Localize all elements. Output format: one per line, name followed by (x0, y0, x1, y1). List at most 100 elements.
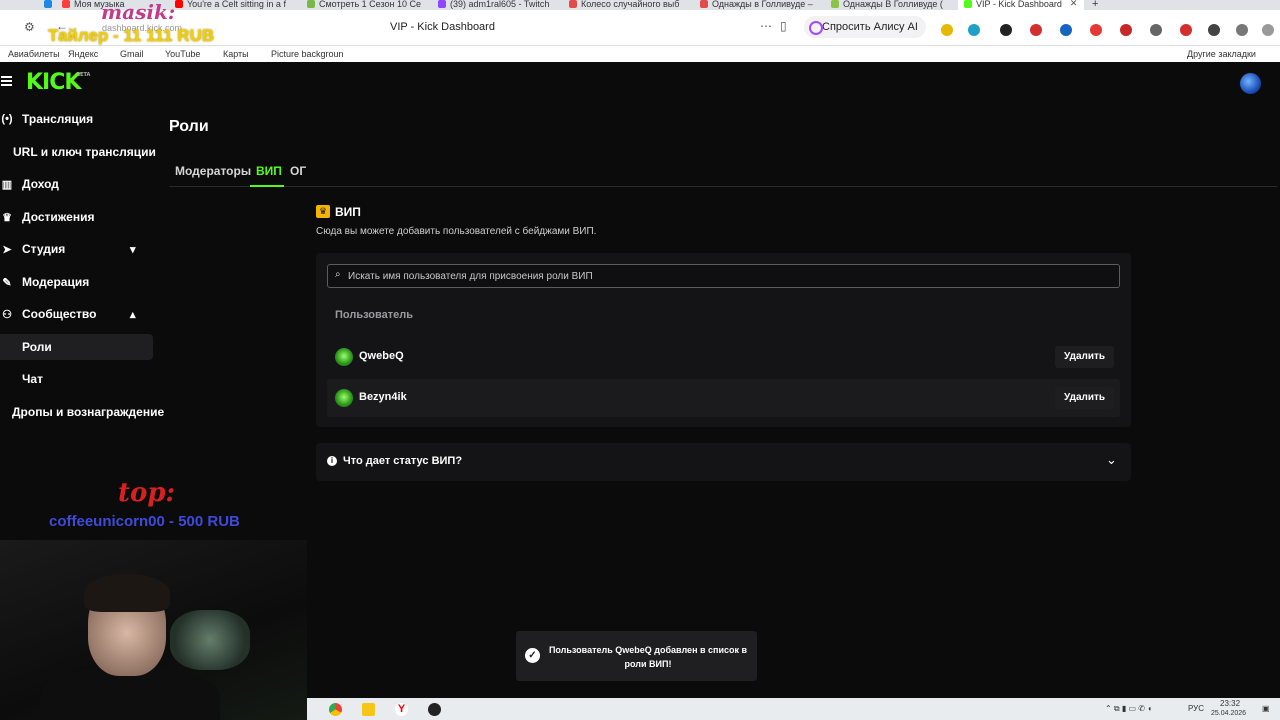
faq-accordion[interactable]: i Что дает статус ВИП? ⌄ (316, 443, 1131, 481)
browser-tab[interactable]: You're a Celt sitting in a f (175, 0, 293, 10)
sidebar-item-roles[interactable]: Роли (0, 334, 153, 360)
alice-button[interactable]: Спросить Алису AI (804, 16, 926, 38)
sidebar-item-drops[interactable]: Дропы и вознаграждение (12, 399, 164, 425)
settings-icon[interactable]: ⚙ (24, 20, 35, 34)
sidebar-item-moderation[interactable]: ✎ Модерация (0, 269, 89, 295)
browser-tab[interactable]: Однажды В Голливуде ( (831, 0, 949, 10)
sidebar-item-achievements[interactable]: ♛ Достижения (0, 204, 94, 230)
bookmark-item[interactable]: Карты (223, 49, 249, 59)
username[interactable]: Bezyn4ik (359, 391, 407, 403)
avatar (335, 348, 353, 366)
sidebar-item-income[interactable]: ▥ Доход (0, 171, 59, 197)
column-header-user: Пользователь (335, 309, 414, 321)
tab-moderators[interactable]: Модераторы (175, 164, 251, 178)
check-icon: ✓ (525, 648, 540, 663)
clock-time[interactable]: 23:32 (1220, 699, 1240, 708)
cam-hair (84, 574, 170, 612)
user-avatar[interactable] (1240, 73, 1261, 94)
sidebar-item-stream-key[interactable]: URL и ключ трансляции (13, 139, 156, 165)
taskbar: Y ⌃ ⧉ ▮ ▭ ✆ ◖ РУС 23:32 25.04.2026 ▣ (307, 698, 1280, 720)
remove-button[interactable]: Удалить (1055, 346, 1115, 368)
notification-icon[interactable]: ▣ (1262, 704, 1270, 713)
extension-icon[interactable] (1060, 24, 1072, 36)
sidebar-item-broadcast[interactable]: (•) Трансляция (0, 106, 93, 132)
overlay-donation: Тайлер - 11 111 RUB (48, 26, 215, 45)
kick-logo[interactable]: KICK BETA (26, 70, 90, 95)
extension-icon[interactable] (1000, 24, 1012, 36)
bookmark-item[interactable]: Яндекс (68, 49, 98, 59)
extension-icon[interactable] (1236, 24, 1248, 36)
toast-notification: ✓ Пользователь QwebeQ добавлен в список … (516, 631, 757, 681)
browser-tab[interactable]: Однажды в Голливуде – (700, 0, 818, 10)
browser-tab[interactable]: Колесо случайного выб (569, 0, 687, 10)
section-description: Сюда вы можете добавить пользователей с … (316, 226, 597, 237)
overlay-top-donor: coffeeunicorn00 - 500 RUB (49, 513, 240, 530)
remove-button[interactable]: Удалить (1055, 387, 1115, 409)
other-bookmarks[interactable]: Другие закладки (1187, 49, 1256, 59)
extension-icon[interactable] (1208, 24, 1220, 36)
tab-vip[interactable]: ВИП (256, 164, 282, 178)
kick-favicon-icon (964, 0, 972, 8)
extension-icon[interactable] (941, 24, 953, 36)
extension-icon[interactable] (968, 24, 980, 36)
avatar (335, 389, 353, 407)
tab-favicon-icon (831, 0, 839, 8)
studio-icon: ➤ (2, 243, 12, 256)
sidebar-item-studio[interactable]: ➤ Студия ▾ (0, 236, 153, 262)
new-tab-icon[interactable]: + (1092, 0, 1098, 10)
search-field[interactable] (327, 264, 1120, 288)
extension-icon[interactable] (1090, 24, 1102, 36)
active-tab-indicator (250, 185, 284, 187)
browser-tab[interactable] (44, 0, 52, 10)
extension-icon[interactable] (1150, 24, 1162, 36)
overlay-top-label: top: (118, 478, 176, 508)
bookmark-icon[interactable]: ▯ (780, 19, 787, 33)
bookmarks-bar: Авиабилеты Яндекс Gmail YouTube Карты Pi… (0, 46, 1280, 62)
wrench-icon: ✎ (2, 276, 12, 289)
clock-date[interactable]: 25.04.2026 (1211, 710, 1246, 717)
folder-icon[interactable] (362, 703, 375, 716)
sidebar-item-chat[interactable]: Чат (22, 366, 43, 392)
webcam-overlay (0, 540, 307, 720)
toast-message: Пользователь QwebeQ добавлен в список в … (548, 645, 748, 669)
chrome-icon[interactable] (329, 703, 342, 716)
bookmark-item[interactable]: Gmail (120, 49, 144, 59)
extension-icon[interactable] (1180, 24, 1192, 36)
twitch-icon (438, 0, 446, 8)
browser-tab[interactable]: (39) adm1ral605 - Twitch (438, 0, 556, 10)
section-title: ВИП (335, 205, 361, 219)
tray-icons[interactable]: ⌃ ⧉ ▮ ▭ ✆ ◖ (1105, 704, 1152, 714)
more-icon[interactable]: ⋯ (760, 19, 772, 33)
close-tab-icon[interactable]: ✕ (1070, 0, 1078, 9)
table-row: QwebeQ Удалить (327, 338, 1120, 376)
tabs-divider (169, 186, 1277, 187)
bookmark-item[interactable]: Авиабилеты (8, 49, 60, 59)
tab-favicon-icon (700, 0, 708, 8)
browser-tab[interactable]: Смотреть 1 Сезон 10 Се (307, 0, 425, 10)
bookmark-item[interactable]: Picture backgroun (271, 49, 344, 59)
chevron-down-icon: ▾ (130, 243, 136, 256)
broadcast-icon: (•) (1, 113, 13, 125)
username[interactable]: QwebeQ (359, 350, 404, 362)
bookmark-item[interactable]: YouTube (165, 49, 200, 59)
overlay-masik-label: masik: (101, 0, 176, 24)
tab-favicon-icon (62, 0, 70, 8)
chart-icon: ▥ (1, 178, 13, 191)
table-row: Bezyn4ik Удалить (327, 379, 1120, 417)
page-title: VIP - Kick Dashboard (390, 21, 495, 33)
sidebar-item-community[interactable]: ⚇ Сообщество ▴ (0, 301, 153, 327)
chevron-up-icon: ▴ (130, 308, 136, 321)
language-indicator[interactable]: РУС (1188, 704, 1204, 713)
yandex-icon[interactable]: Y (395, 703, 408, 716)
menu-icon[interactable] (1, 76, 12, 88)
browser-tab-active[interactable]: VIP - Kick Dashboard ✕ (958, 0, 1084, 10)
extension-icon[interactable] (1120, 24, 1132, 36)
tab-favicon-icon (44, 0, 52, 8)
browser-tab-strip: Моя музыка You're a Celt sitting in a f … (0, 0, 1280, 10)
crown-icon: ♛ (316, 205, 330, 218)
search-input[interactable] (348, 265, 1108, 287)
tab-og[interactable]: ОГ (290, 164, 306, 178)
obs-icon[interactable] (428, 703, 441, 716)
extension-icon[interactable] (1262, 24, 1274, 36)
extension-icon[interactable] (1030, 24, 1042, 36)
